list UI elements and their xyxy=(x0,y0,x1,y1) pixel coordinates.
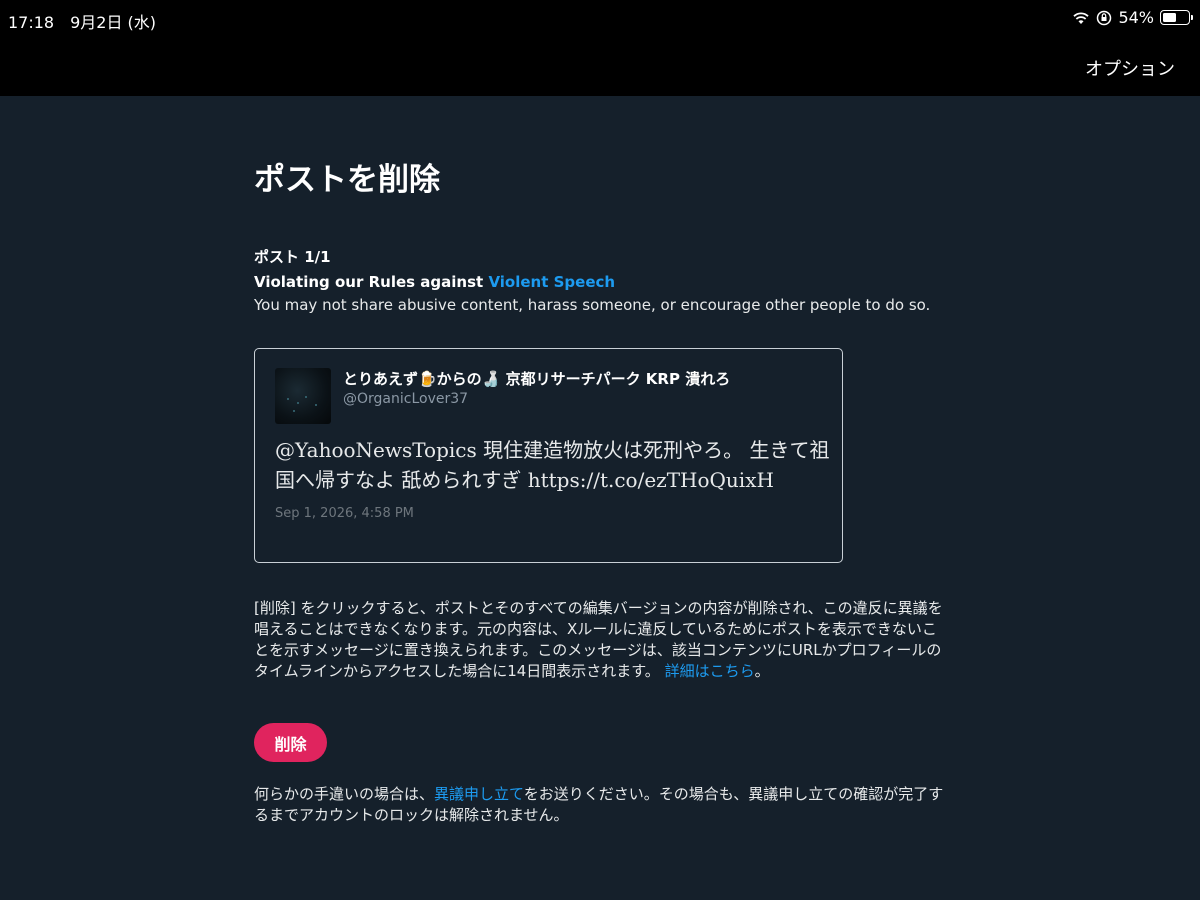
violation-description: You may not share abusive content, haras… xyxy=(254,296,931,314)
violation-heading: Violating our Rules against Violent Spee… xyxy=(254,273,615,291)
battery-icon xyxy=(1160,10,1193,25)
options-button[interactable]: オプション xyxy=(1085,55,1175,81)
delete-button[interactable]: 削除 xyxy=(254,723,327,762)
battery-level xyxy=(1163,13,1176,22)
delete-info-text: [削除] をクリックすると、ポストとそのすべての編集バージョンの内容が削除され、… xyxy=(254,598,944,682)
tweet-display-name: とりあえず🍺からの🍶 京都リサーチパーク KRP 潰れろ xyxy=(343,370,731,388)
top-bar: 17:18 9月2日 (水) 54% オプション xyxy=(0,0,1200,96)
status-time-date: 17:18 9月2日 (水) xyxy=(8,13,157,32)
status-indicators: 54% xyxy=(1072,8,1193,27)
wifi-icon xyxy=(1072,11,1090,25)
tweet-date: Sep 1, 2026, 4:58 PM xyxy=(275,506,414,521)
orientation-lock-icon xyxy=(1096,10,1112,26)
tweet-handle: @OrganicLover37 xyxy=(343,391,469,407)
avatar xyxy=(275,368,331,424)
delete-info-body: [削除] をクリックすると、ポストとそのすべての編集バージョンの内容が削除され、… xyxy=(254,599,943,680)
battery-percent: 54% xyxy=(1118,8,1154,27)
page-title: ポストを削除 xyxy=(254,162,440,198)
learn-more-link[interactable]: 詳細はこちら xyxy=(665,662,755,680)
appeal-prefix: 何らかの手違いの場合は、 xyxy=(254,785,435,803)
appeal-link[interactable]: 異議申し立て xyxy=(434,785,524,803)
tweet-text: @YahooNewsTopics 現住建造物放火は死刑やろ。 生きて祖国へ帰すな… xyxy=(275,438,830,492)
tweet-card: とりあえず🍺からの🍶 京都リサーチパーク KRP 潰れろ @OrganicLov… xyxy=(254,348,843,563)
delete-info-suffix: 。 xyxy=(754,662,770,680)
post-count: ポスト 1/1 xyxy=(254,248,331,266)
appeal-text: 何らかの手違いの場合は、異議申し立てをお送りください。その場合も、異議申し立ての… xyxy=(254,784,944,826)
violent-speech-link[interactable]: Violent Speech xyxy=(488,273,615,291)
violation-prefix: Violating our Rules against xyxy=(254,273,489,291)
